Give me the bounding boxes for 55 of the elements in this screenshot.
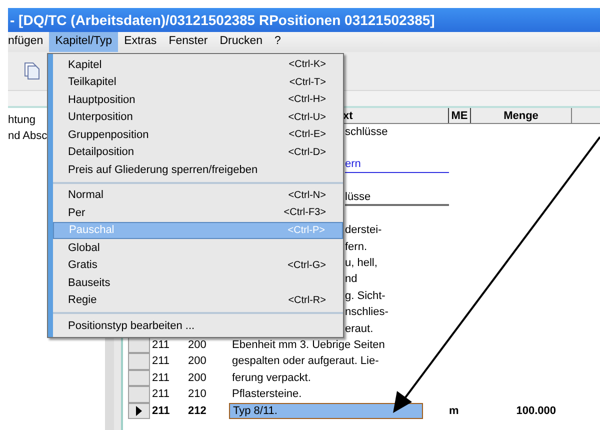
table-cell-text: Pflastersteine.	[231, 387, 303, 402]
table-cell-text: 211	[151, 338, 171, 354]
table-cell-text: 200	[188, 370, 208, 386]
panel-text: nd Absc	[8, 129, 48, 144]
table-cell-text: 211	[151, 370, 171, 386]
menu-item[interactable]: Normal <Ctrl-N>	[53, 186, 343, 204]
table-cell-text: 100.000	[515, 404, 557, 419]
table-cell-text: 211	[151, 404, 171, 419]
menu-item[interactable]: nfügen	[8, 32, 50, 52]
menu-item[interactable]: Per <Ctrl-F3>	[53, 204, 343, 222]
row-pointer-icon	[136, 406, 142, 416]
table-cell-text: 211	[151, 354, 171, 370]
menu-item[interactable]: Detailposition <Ctrl-D>	[53, 144, 343, 161]
menu-item[interactable]: Positionstyp bearbeiten ...	[53, 317, 343, 334]
table-cell-text: gespalten oder aufgeraut. Lie-	[231, 354, 380, 370]
table-cell-text: m	[449, 404, 460, 419]
table-cell-text: 200	[188, 354, 208, 370]
menu-item[interactable]: Fenster	[162, 32, 214, 52]
table-cell-text: schlüsse	[345, 124, 389, 140]
table-cell-text: derstei-	[345, 223, 383, 238]
menu-item[interactable]: Drucken	[214, 32, 269, 52]
table-cell-text: Ebenheit mm 3. Uebrige Seiten	[231, 338, 386, 354]
table-cell: lüsse	[345, 190, 449, 206]
table-cell: ern	[345, 156, 449, 174]
menu-item[interactable]: Regie <Ctrl-R>	[53, 292, 343, 309]
menu-item[interactable]: Unterposition <Ctrl-U>	[53, 108, 343, 126]
table-cell-text: fern.	[345, 240, 368, 255]
menu-item[interactable]: Gruppenposition <Ctrl-E>	[53, 126, 343, 144]
table-cell: Typ 8/11.	[229, 402, 423, 420]
menu-item[interactable]: Extras	[118, 32, 163, 52]
menu-item[interactable]: Teilkapitel <Ctrl-T>	[53, 74, 343, 91]
column-header: ME	[449, 108, 471, 123]
table-cell-text: nschlies-	[345, 305, 390, 320]
column-header: xt	[343, 110, 353, 122]
menu-item[interactable]: ?	[268, 32, 287, 52]
table-cell-text: 212	[188, 404, 208, 419]
table-cell-text: g. Sicht-	[345, 288, 386, 304]
menu-item[interactable]: Kapitel <Ctrl-K>	[53, 56, 343, 74]
menu-item[interactable]: Global	[53, 239, 343, 256]
table-cell-text: ferung verpackt.	[231, 370, 312, 386]
documents-icon[interactable]	[24, 62, 40, 80]
column-header: Menge	[471, 108, 572, 123]
table-cell-text: 200	[188, 338, 208, 354]
menu-item[interactable]: Kapitel/Typ	[49, 32, 118, 52]
menu-item[interactable]: Preis auf Gliederung sperren/freigeben	[53, 161, 343, 178]
table-cell-text: 211	[151, 387, 171, 402]
table-cell-text: 210	[188, 387, 208, 402]
row-header[interactable]	[128, 402, 150, 420]
table-cell-text: eraut.	[345, 322, 374, 337]
table-cell-text: nd	[345, 272, 358, 288]
panel-text: htung	[8, 113, 36, 128]
window-title: - [DQ/TC (Arbeitsdaten)/03121502385 RPositionen 03121502385]	[10, 10, 435, 30]
menu-item[interactable]: Bauseits	[53, 274, 343, 292]
menu-item[interactable]: Gratis <Ctrl-G>	[53, 256, 343, 274]
table-cell-text: u, hell,	[345, 256, 378, 272]
